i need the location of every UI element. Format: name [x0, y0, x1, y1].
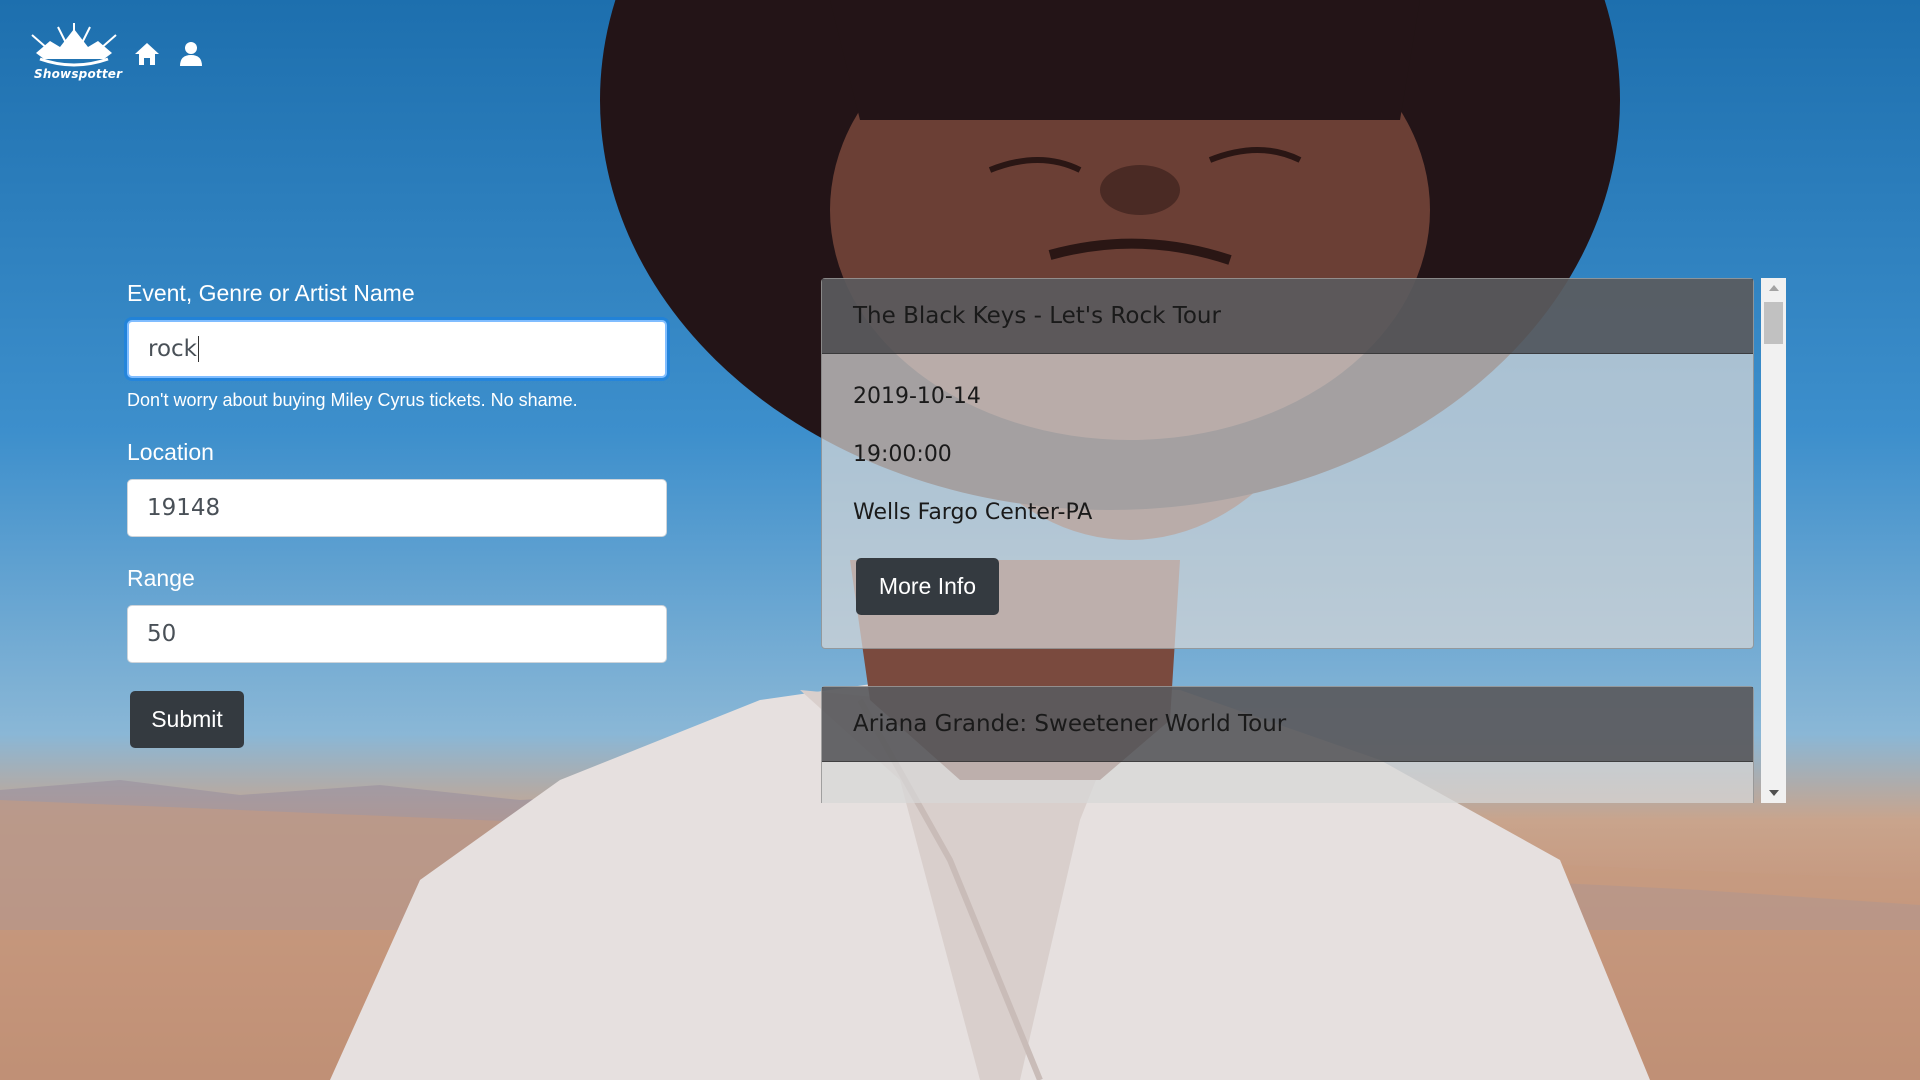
results-scrollbar[interactable]: [1761, 278, 1786, 803]
event-date: 2019-10-14: [853, 384, 981, 409]
query-help-text: Don't worry about buying Miley Cyrus tic…: [127, 390, 578, 410]
event-card: The Black Keys - Let's Rock Tour 2019-10…: [821, 278, 1754, 649]
event-time: 19:00:00: [853, 442, 952, 467]
user-icon[interactable]: [176, 39, 206, 69]
more-info-button[interactable]: More Info: [856, 558, 999, 615]
range-group: Range 50: [127, 565, 667, 663]
query-label: Event, Genre or Artist Name: [127, 280, 415, 306]
search-form: Event, Genre or Artist Name rock Don't w…: [127, 280, 667, 748]
scroll-up-arrow-icon[interactable]: [1761, 278, 1786, 298]
range-input[interactable]: 50: [127, 605, 667, 663]
event-card: Ariana Grande: Sweetener World Tour: [821, 686, 1754, 803]
event-venue: Wells Fargo Center-PA: [853, 500, 1093, 525]
query-input[interactable]: rock: [127, 320, 667, 378]
location-input[interactable]: 19148: [127, 479, 667, 537]
event-details: [822, 762, 1753, 803]
event-title: The Black Keys - Let's Rock Tour: [822, 279, 1753, 354]
navbar: Showspotter: [30, 22, 206, 86]
submit-button[interactable]: Submit: [130, 691, 244, 748]
range-value: 50: [147, 621, 177, 647]
home-icon[interactable]: [132, 39, 162, 69]
event-details: 2019-10-14 19:00:00 Wells Fargo Center-P…: [822, 354, 1753, 648]
query-value: rock: [148, 336, 197, 362]
range-label: Range: [127, 565, 195, 591]
text-caret: [198, 336, 199, 362]
scroll-down-arrow-icon[interactable]: [1761, 783, 1786, 803]
brand-name: Showspotter: [34, 67, 123, 81]
scrollbar-thumb[interactable]: [1764, 302, 1783, 344]
location-group: Location 19148: [127, 439, 667, 537]
location-value: 19148: [147, 495, 221, 521]
results-panel[interactable]: The Black Keys - Let's Rock Tour 2019-10…: [821, 278, 1786, 803]
event-title: Ariana Grande: Sweetener World Tour: [822, 687, 1753, 762]
crown-icon: [31, 23, 117, 67]
showspotter-logo[interactable]: Showspotter: [30, 23, 122, 85]
query-group: Event, Genre or Artist Name rock Don't w…: [127, 280, 667, 411]
location-label: Location: [127, 439, 214, 465]
